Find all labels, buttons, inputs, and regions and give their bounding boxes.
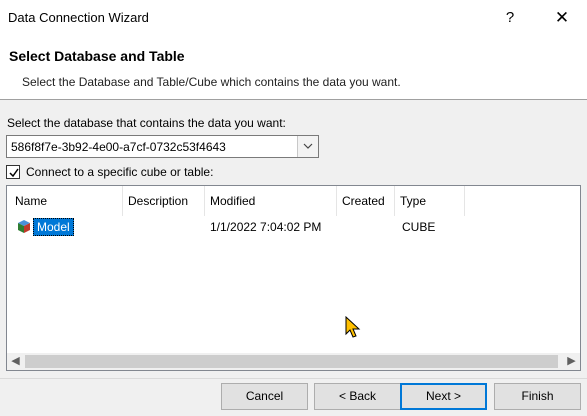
row-name[interactable]: Model: [33, 218, 74, 236]
connect-checkbox-label: Connect to a specific cube or table:: [26, 165, 214, 179]
help-button[interactable]: ?: [498, 4, 522, 32]
column-header-description[interactable]: Description: [123, 186, 205, 216]
scrollbar-thumb[interactable]: [25, 355, 558, 368]
scroll-left-icon[interactable]: ◀: [7, 353, 24, 370]
cancel-button[interactable]: Cancel: [221, 383, 308, 410]
row-modified: 1/1/2022 7:04:02 PM: [210, 220, 322, 234]
table-row[interactable]: Model 1/1/2022 7:04:02 PM CUBE: [7, 218, 580, 236]
database-dropdown-button[interactable]: [297, 136, 318, 157]
row-name-cell[interactable]: Model: [15, 218, 127, 236]
horizontal-scrollbar[interactable]: ◀ ▶: [7, 353, 580, 370]
page-title: Select Database and Table: [9, 48, 185, 64]
row-type: CUBE: [402, 220, 436, 234]
scroll-right-icon[interactable]: ▶: [563, 353, 580, 370]
column-header-modified[interactable]: Modified: [205, 186, 337, 216]
row-description: [128, 218, 210, 236]
finish-button[interactable]: Finish: [494, 383, 581, 410]
mouse-cursor-icon: [345, 316, 361, 338]
footer-divider: [0, 378, 587, 379]
column-header-created[interactable]: Created: [337, 186, 395, 216]
column-header-name[interactable]: Name: [10, 186, 123, 216]
list-header: Name Description Modified Created Type: [7, 186, 580, 216]
page-subtitle: Select the Database and Table/Cube which…: [22, 75, 401, 89]
window-title: Data Connection Wizard: [8, 10, 149, 25]
column-header-type[interactable]: Type: [395, 186, 465, 216]
next-button[interactable]: Next >: [400, 383, 487, 410]
database-combobox[interactable]: 586f8f7e-3b92-4e00-a7cf-0732c53f4643: [6, 135, 319, 158]
chevron-down-icon: [303, 143, 313, 149]
cube-table-list[interactable]: Name Description Modified Created Type M…: [6, 185, 581, 371]
title-bar: Data Connection Wizard ? ✕: [0, 0, 587, 36]
row-created: [342, 218, 398, 236]
database-label: Select the database that contains the da…: [7, 116, 286, 130]
database-value: 586f8f7e-3b92-4e00-a7cf-0732c53f4643: [11, 140, 226, 154]
checkmark-icon: [9, 168, 19, 178]
cube-icon: [18, 220, 30, 233]
back-button[interactable]: < Back: [314, 383, 401, 410]
wizard-header: Select Database and Table Select the Dat…: [0, 36, 587, 100]
close-button[interactable]: ✕: [548, 4, 576, 32]
connect-checkbox[interactable]: [6, 165, 20, 179]
